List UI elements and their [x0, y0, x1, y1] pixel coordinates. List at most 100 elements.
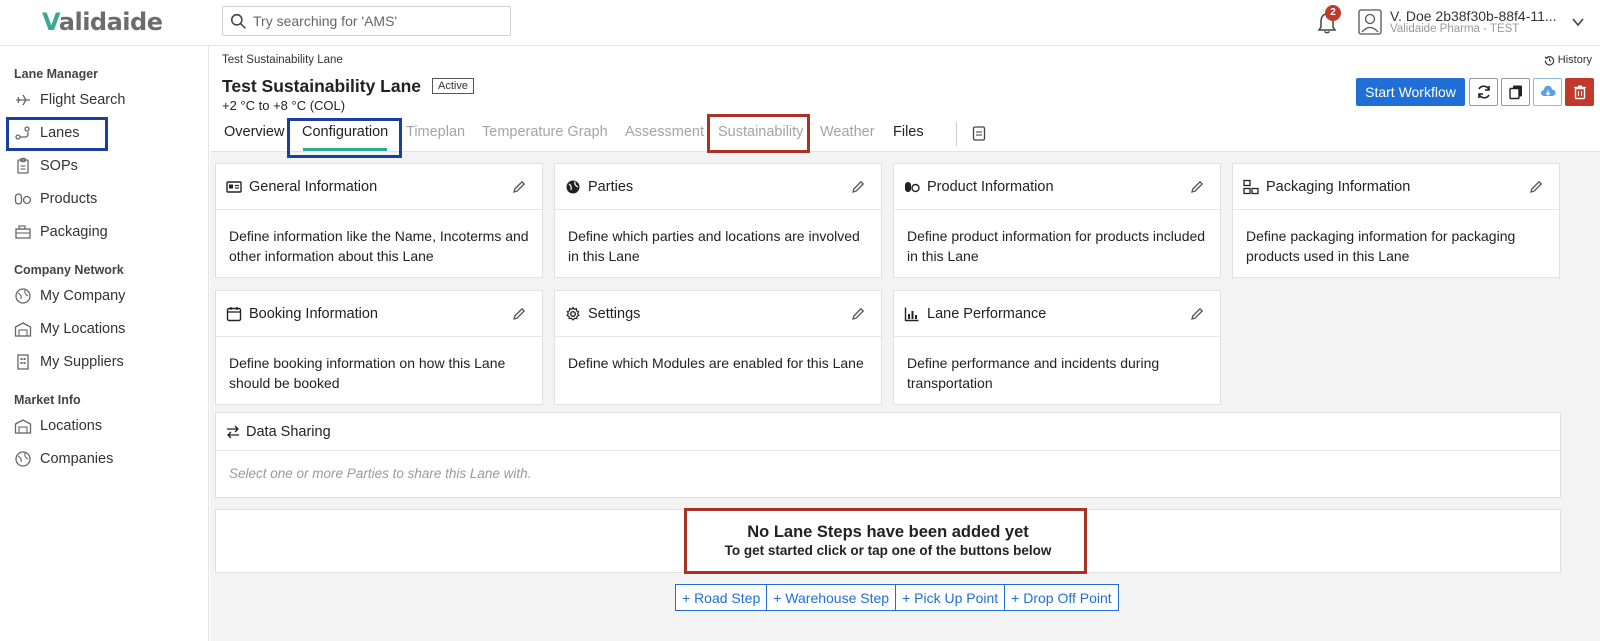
sidebar-item-my-suppliers[interactable]: My Suppliers [14, 349, 124, 375]
chevron-down-icon[interactable] [1572, 17, 1584, 27]
status-badge: Active [432, 78, 474, 94]
sidebar-item-sops[interactable]: SOPs [14, 153, 78, 179]
data-sharing-card[interactable]: Data Sharing Select one or more Parties … [215, 412, 1561, 498]
tab-divider [956, 122, 957, 146]
search-input[interactable] [253, 13, 503, 29]
history-icon [1544, 55, 1554, 65]
trash-icon [1573, 85, 1586, 100]
start-workflow-button[interactable]: Start Workflow [1356, 78, 1465, 106]
tab-files[interactable]: Files [893, 124, 924, 140]
add-road-step-button[interactable]: + Road Step [675, 584, 768, 611]
configuration-tab-highlight-box [287, 118, 402, 158]
bar-chart-icon [904, 307, 919, 321]
tab-overview[interactable]: Overview [224, 124, 284, 140]
sidebar-heading-company-network: Company Network [14, 263, 124, 277]
truck-box-icon [15, 225, 31, 239]
tab-temperature-graph[interactable]: Temperature Graph [482, 124, 608, 140]
tab-bar: Overview Configuration Timeplan Temperat… [210, 120, 1600, 151]
pencil-icon[interactable] [851, 180, 865, 194]
sidebar-heading-lane-manager: Lane Manager [14, 67, 99, 81]
card-description: Define which parties and locations are i… [568, 228, 860, 264]
card-title: Lane Performance [927, 305, 1047, 322]
pencil-icon[interactable] [512, 180, 526, 194]
history-link[interactable]: History [1544, 54, 1592, 66]
id-card-icon [226, 180, 242, 193]
globe-icon [15, 451, 31, 467]
validaide-logo[interactable]: Validaide [42, 8, 163, 36]
card-booking-information[interactable]: Booking Information Define booking infor… [215, 290, 543, 405]
sidebar-item-flight-search[interactable]: Flight Search [14, 87, 125, 113]
pencil-icon[interactable] [1529, 180, 1543, 194]
search-box[interactable] [222, 6, 511, 36]
document-icon[interactable] [972, 126, 986, 141]
add-drop-off-point-button[interactable]: + Drop Off Point [1004, 584, 1119, 611]
add-warehouse-step-button[interactable]: + Warehouse Step [766, 584, 897, 611]
sidebar-item-companies[interactable]: Companies [14, 446, 113, 472]
sidebar: Lane Manager Flight Search Lanes SOPs Pr… [0, 46, 209, 641]
breadcrumb[interactable]: Test Sustainability Lane [222, 54, 343, 66]
card-title: Settings [588, 305, 641, 322]
card-description: Define booking information on how this L… [229, 355, 506, 391]
sidebar-heading-market-info: Market Info [14, 393, 81, 407]
warehouse-icon [14, 419, 32, 434]
search-icon [230, 13, 246, 29]
calendar-icon [226, 306, 242, 321]
card-title: General Information [249, 178, 378, 195]
cloud-download-button[interactable] [1533, 78, 1562, 106]
globe-icon [566, 180, 580, 193]
card-packaging-information[interactable]: Packaging Information Define packaging i… [1232, 163, 1560, 278]
globe-icon [15, 288, 31, 304]
card-general-information[interactable]: General Information Define information l… [215, 163, 543, 278]
sidebar-item-packaging[interactable]: Packaging [14, 219, 108, 245]
data-sharing-title: Data Sharing [246, 423, 331, 440]
page-title: Test Sustainability Lane [222, 76, 422, 96]
add-pick-up-point-button[interactable]: + Pick Up Point [895, 584, 1006, 611]
lane-steps-highlight-box [684, 508, 1087, 574]
sidebar-item-products[interactable]: Products [14, 186, 97, 212]
temperature-range: +2 °C to +8 °C (COL) [222, 98, 346, 113]
user-avatar-icon[interactable] [1358, 9, 1382, 35]
pencil-icon[interactable] [512, 307, 526, 321]
copy-button[interactable] [1501, 78, 1530, 106]
top-bar: Validaide 2 V. Doe 2b38f30b-88f4-11... V… [0, 0, 1600, 46]
lane-step-buttons: + Road Step + Warehouse Step + Pick Up P… [675, 584, 1119, 611]
card-title: Parties [588, 178, 634, 195]
cloud-download-icon [1540, 85, 1556, 96]
card-product-information[interactable]: Product Information Define product infor… [893, 163, 1221, 278]
card-description: Define packaging information for packagi… [1246, 228, 1516, 264]
copy-icon [1508, 85, 1522, 100]
delete-button[interactable] [1565, 78, 1594, 106]
building-icon [17, 354, 29, 370]
user-organization: Validaide Pharma - TEST [1390, 23, 1520, 35]
user-name[interactable]: V. Doe 2b38f30b-88f4-11... [1390, 8, 1565, 24]
pencil-icon[interactable] [1190, 307, 1204, 321]
card-title: Product Information [927, 178, 1054, 195]
tab-timeplan[interactable]: Timeplan [406, 124, 465, 140]
refresh-icon [1477, 85, 1490, 99]
lanes-highlight-box [6, 117, 108, 151]
card-description: Define information like the Name, Incote… [229, 228, 529, 264]
gear-icon [566, 305, 580, 321]
sidebar-item-my-company[interactable]: My Company [14, 283, 125, 309]
main-content: Test Sustainability Lane History Test Su… [210, 46, 1600, 641]
card-settings[interactable]: Settings Define which Modules are enable… [554, 290, 882, 405]
tab-assessment[interactable]: Assessment [625, 124, 704, 140]
tab-weather[interactable]: Weather [820, 124, 875, 140]
sidebar-item-my-locations[interactable]: My Locations [14, 316, 125, 342]
card-lane-performance[interactable]: Lane Performance Define performance and … [893, 290, 1221, 405]
card-title: Packaging Information [1266, 178, 1411, 195]
card-title: Booking Information [249, 305, 378, 322]
sidebar-item-locations[interactable]: Locations [14, 413, 102, 439]
card-description: Define product information for products … [907, 228, 1206, 264]
sustainability-tab-highlight-box [707, 114, 810, 153]
card-parties[interactable]: Parties Define which parties and locatio… [554, 163, 882, 278]
boxes-icon [1243, 179, 1259, 194]
refresh-button[interactable] [1469, 78, 1498, 106]
notification-badge: 2 [1325, 5, 1341, 21]
pills-icon [14, 193, 32, 205]
airplane-icon [16, 94, 30, 106]
card-description: Define which Modules are enabled for thi… [568, 355, 864, 371]
pencil-icon[interactable] [1190, 180, 1204, 194]
data-sharing-placeholder[interactable]: Select one or more Parties to share this… [216, 451, 1560, 481]
pencil-icon[interactable] [851, 307, 865, 321]
